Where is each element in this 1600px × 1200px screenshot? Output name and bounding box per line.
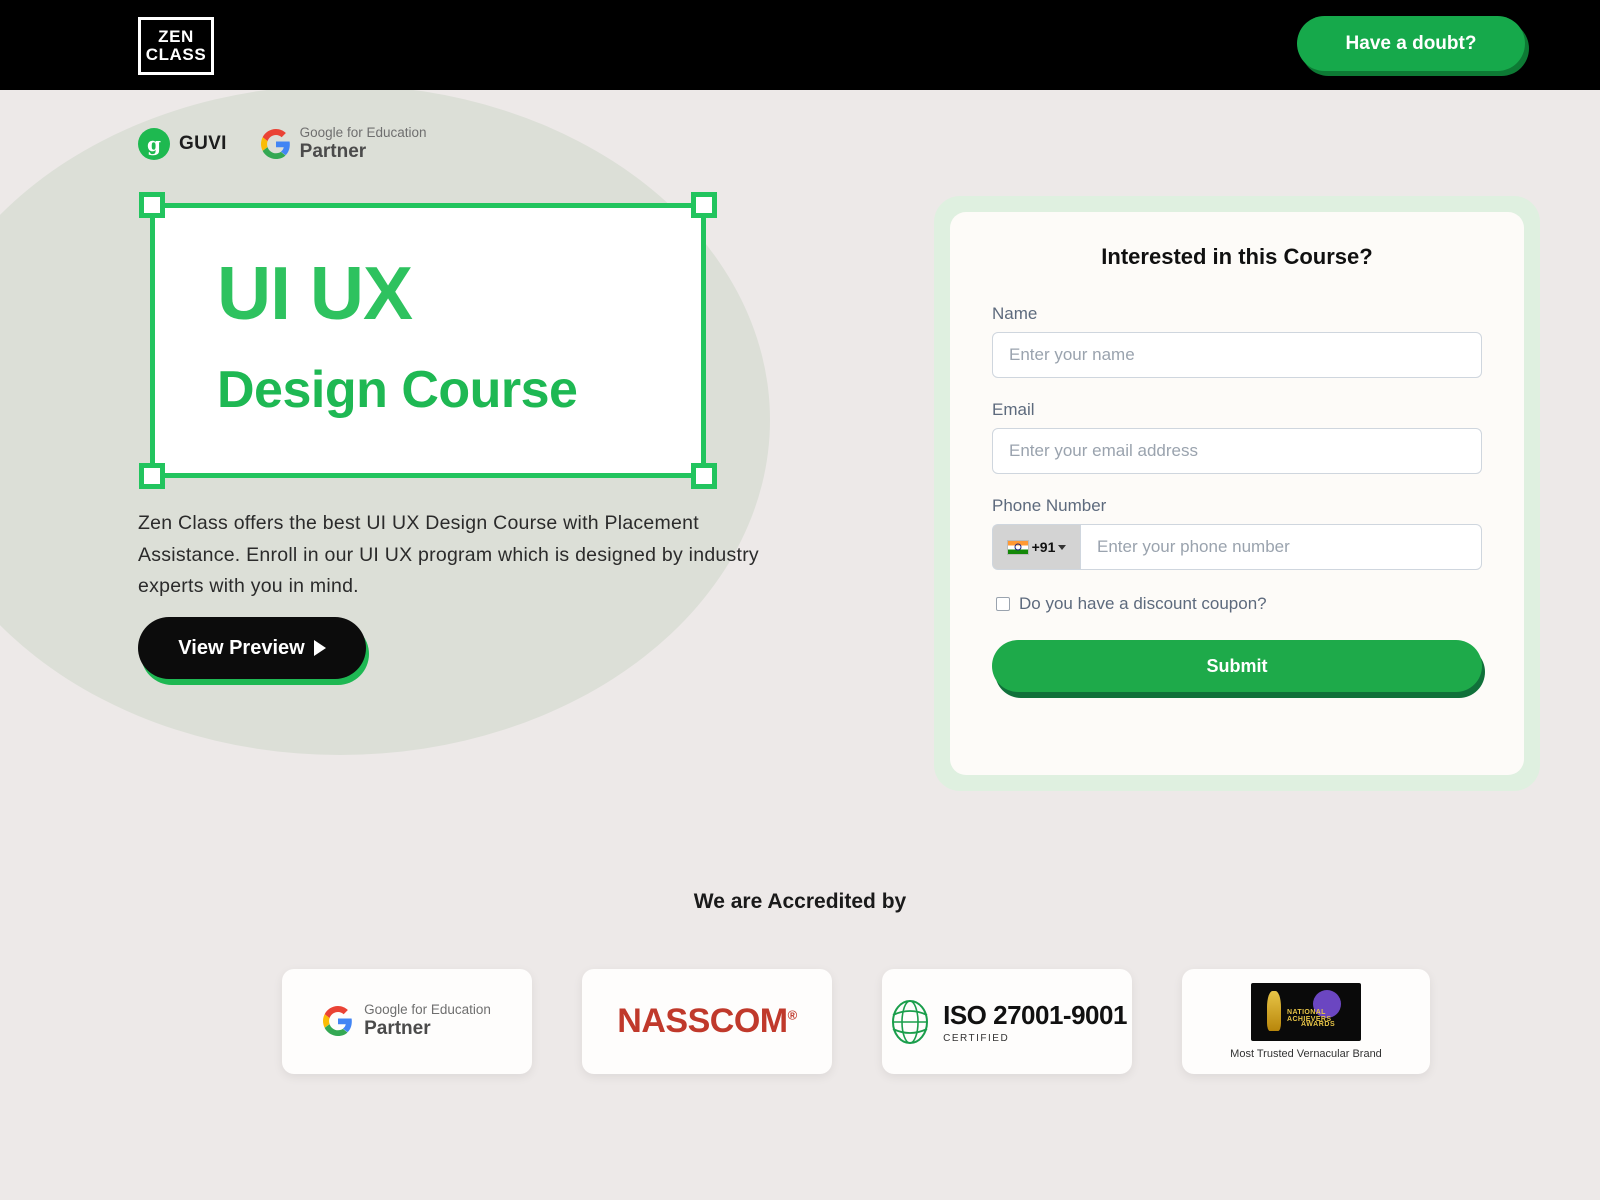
- google-education-text: Google for Education Partner: [300, 125, 427, 163]
- iso-sub-label: CERTIFIED: [943, 1032, 1010, 1044]
- award-caption: Most Trusted Vernacular Brand: [1230, 1048, 1382, 1060]
- award-trophy-icon: [1267, 991, 1281, 1031]
- selection-handle-top-right[interactable]: [691, 192, 717, 218]
- name-label: Name: [992, 304, 1038, 323]
- phone-input[interactable]: [1080, 524, 1482, 570]
- view-preview-label: View Preview: [178, 636, 305, 659]
- google-partner-logo: Google for Education Partner: [323, 1002, 491, 1040]
- selection-handle-bottom-left[interactable]: [139, 463, 165, 489]
- email-input[interactable]: [992, 428, 1482, 474]
- site-header: ZEN CLASS Have a doubt?: [0, 0, 1600, 90]
- accreditation-card-award: NATIONAL ACHIEVERS AWARDS Most Trusted V…: [1182, 969, 1430, 1074]
- logo-line-2: CLASS: [145, 45, 207, 64]
- accreditation-card-nasscom: NASSCOM®: [582, 969, 832, 1074]
- name-field-group: Name: [992, 304, 1482, 378]
- google-education-badge: Google for Education Partner: [260, 125, 427, 163]
- accreditation-card-iso: ISO 27001-9001 CERTIFIED: [882, 969, 1132, 1074]
- zen-class-logo[interactable]: ZEN CLASS: [138, 17, 214, 75]
- iso-text: ISO 27001-9001 CERTIFIED: [943, 1000, 1127, 1044]
- selection-handle-bottom-right[interactable]: [691, 463, 717, 489]
- hero-title-text: UI UX Design Course: [155, 208, 701, 419]
- selection-handle-top-left[interactable]: [139, 192, 165, 218]
- view-preview-button[interactable]: View Preview: [138, 617, 366, 679]
- accred-google-line2: Partner: [364, 1018, 431, 1040]
- coupon-label[interactable]: Do you have a discount coupon?: [1019, 594, 1267, 614]
- country-code-selector[interactable]: +91: [992, 524, 1080, 570]
- lead-form-inner: Interested in this Course? Name Email Ph…: [950, 212, 1524, 775]
- guvi-label: GUVI: [179, 133, 227, 155]
- accred-google-line1: Google for Education: [364, 1002, 491, 1018]
- logo-line-1: ZEN: [158, 27, 194, 47]
- lead-form-card: Interested in this Course? Name Email Ph…: [934, 196, 1540, 791]
- award-badge-line2: AWARDS: [1301, 1021, 1336, 1028]
- iso-main-label: ISO 27001-9001: [943, 999, 1127, 1030]
- hero-description: Zen Class offers the best UI UX Design C…: [138, 512, 759, 598]
- national-achievers-award-badge: NATIONAL ACHIEVERS AWARDS: [1251, 983, 1361, 1041]
- have-a-doubt-button[interactable]: Have a doubt?: [1297, 16, 1525, 71]
- registered-trademark-icon: ®: [787, 1007, 798, 1023]
- google-education-line2: Partner: [299, 140, 367, 162]
- nasscom-name: NASSCOM: [617, 1002, 788, 1040]
- hero-title-line1: UI UX: [217, 251, 413, 335]
- play-icon: [313, 640, 326, 656]
- guvi-logo-icon: g: [138, 128, 170, 161]
- accreditation-title: We are Accredited by: [693, 890, 907, 913]
- chevron-down-icon: [1058, 544, 1067, 550]
- email-field-group: Email: [992, 400, 1482, 474]
- form-title: Interested in this Course?: [1101, 244, 1373, 269]
- accreditation-row: Google for Education Partner NASSCOM® IS…: [282, 969, 1430, 1074]
- google-g-icon: [323, 1006, 352, 1037]
- phone-row: +91: [992, 524, 1482, 570]
- submit-button[interactable]: Submit: [992, 640, 1482, 692]
- hero-title-line2: Design Course: [217, 361, 578, 419]
- phone-label: Phone Number: [992, 496, 1107, 515]
- google-education-line1: Google for Education: [299, 125, 427, 140]
- india-flag-icon: [1006, 539, 1029, 555]
- country-code-label: +91: [1031, 539, 1056, 555]
- hero-section: g GUVI Google for Education Partner UI U…: [0, 85, 900, 790]
- phone-field-group: Phone Number +91: [992, 496, 1482, 570]
- google-partner-text: Google for Education Partner: [364, 1002, 491, 1040]
- accreditation-card-google: Google for Education Partner: [282, 969, 532, 1074]
- guvi-badge: g GUVI: [138, 128, 227, 161]
- email-label: Email: [992, 400, 1035, 419]
- iso-logo: ISO 27001-9001 CERTIFIED: [887, 997, 1127, 1047]
- page-root: ZEN CLASS Have a doubt? g GUVI Google fo…: [0, 0, 1600, 1200]
- hero-title-frame: UI UX Design Course: [139, 192, 717, 489]
- google-g-icon: [260, 129, 290, 160]
- name-input[interactable]: [992, 332, 1482, 378]
- partner-badges: g GUVI Google for Education Partner: [138, 125, 427, 163]
- coupon-row: Do you have a discount coupon?: [996, 594, 1482, 614]
- globe-icon: [892, 999, 929, 1044]
- nasscom-logo: NASSCOM®: [617, 1002, 798, 1041]
- coupon-checkbox[interactable]: [996, 597, 1010, 611]
